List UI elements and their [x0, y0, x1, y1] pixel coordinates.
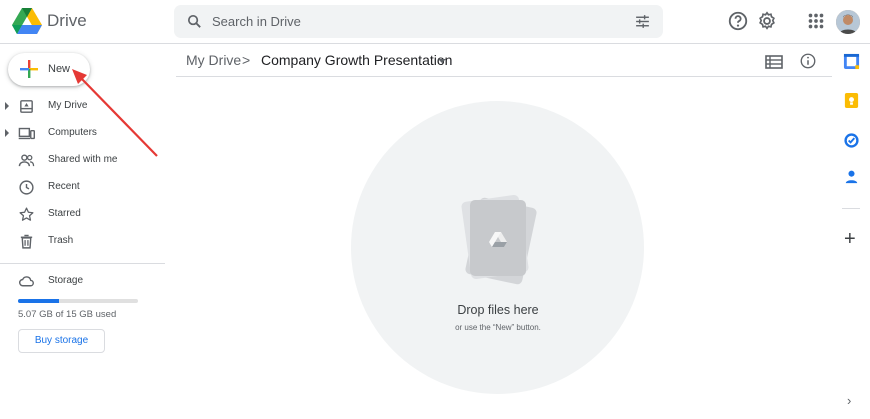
breadcrumb-current[interactable]: Company Growth Presentation — [261, 52, 452, 68]
sidebar-item-label: Trash — [48, 235, 74, 246]
main-header-divider — [176, 76, 832, 77]
drive-logo-icon[interactable] — [12, 8, 42, 35]
sidebar-item-computers[interactable]: Computers — [0, 121, 165, 145]
expand-caret-icon[interactable] — [5, 102, 9, 110]
apps-grid-icon[interactable] — [805, 10, 827, 32]
sidebar-item-starred[interactable]: Starred — [0, 202, 165, 226]
top-bar: Drive — [0, 0, 870, 44]
clock-icon — [19, 180, 34, 195]
storage-progress-bar — [18, 299, 138, 303]
sidebar-item-shared[interactable]: Shared with me — [0, 148, 165, 172]
drive-files-illustration — [461, 194, 537, 285]
new-button[interactable]: New — [8, 53, 90, 86]
cloud-icon — [19, 276, 34, 287]
sidebar-item-my-drive[interactable]: My Drive — [0, 94, 165, 118]
add-addon-icon[interactable]: + — [844, 229, 856, 249]
search-icon[interactable] — [186, 13, 203, 30]
computers-icon — [18, 127, 35, 140]
list-view-icon[interactable] — [765, 54, 783, 70]
sidebar-divider — [0, 263, 165, 264]
trash-icon — [20, 234, 33, 249]
tasks-icon[interactable] — [843, 132, 860, 149]
sidebar-item-label: Storage — [48, 275, 84, 286]
sidebar-item-recent[interactable]: Recent — [0, 175, 165, 199]
info-icon[interactable] — [799, 52, 817, 70]
search-options-icon[interactable] — [634, 13, 651, 30]
folder-menu-caret-icon[interactable] — [438, 59, 446, 63]
storage-progress-fill — [18, 299, 59, 303]
sidebar-item-label: My Drive — [48, 100, 88, 111]
side-panel: + › — [833, 44, 870, 419]
help-icon[interactable] — [727, 10, 749, 32]
side-panel-divider — [842, 208, 860, 209]
breadcrumb-root[interactable]: My Drive — [186, 52, 241, 68]
drive-app: Drive Search in Drive New My Drive Compu… — [0, 0, 870, 419]
search-box[interactable] — [174, 5, 663, 38]
settings-gear-icon[interactable] — [756, 10, 778, 32]
sidebar-item-label: Starred — [48, 208, 81, 219]
shared-with-me-icon — [18, 154, 35, 167]
sidebar-item-storage[interactable]: Storage — [0, 269, 165, 293]
buy-storage-button[interactable]: Buy storage — [18, 329, 105, 353]
plus-icon — [20, 60, 38, 78]
new-button-label: New — [48, 63, 71, 75]
my-drive-icon — [20, 100, 33, 113]
calendar-icon[interactable] — [843, 53, 860, 70]
sidebar-item-trash[interactable]: Trash — [0, 229, 165, 253]
sidebar-item-label: Shared with me — [48, 154, 118, 165]
keep-icon[interactable] — [843, 92, 860, 109]
drop-zone-title: Drop files here — [457, 303, 539, 317]
sidebar-item-label: Recent — [48, 181, 80, 192]
account-avatar[interactable] — [836, 10, 860, 34]
sidebar-item-label: Computers — [48, 127, 97, 138]
breadcrumb-separator: > — [242, 52, 251, 68]
star-icon — [19, 207, 34, 221]
chevron-right-icon[interactable]: › — [847, 393, 851, 408]
contacts-icon[interactable] — [843, 168, 860, 185]
expand-caret-icon[interactable] — [5, 129, 9, 137]
drop-zone-subtitle: or use the “New” button. — [455, 323, 541, 332]
search-input[interactable] — [212, 5, 592, 38]
storage-used-text: 5.07 GB of 15 GB used — [18, 309, 117, 320]
app-name[interactable]: Drive — [47, 11, 87, 31]
